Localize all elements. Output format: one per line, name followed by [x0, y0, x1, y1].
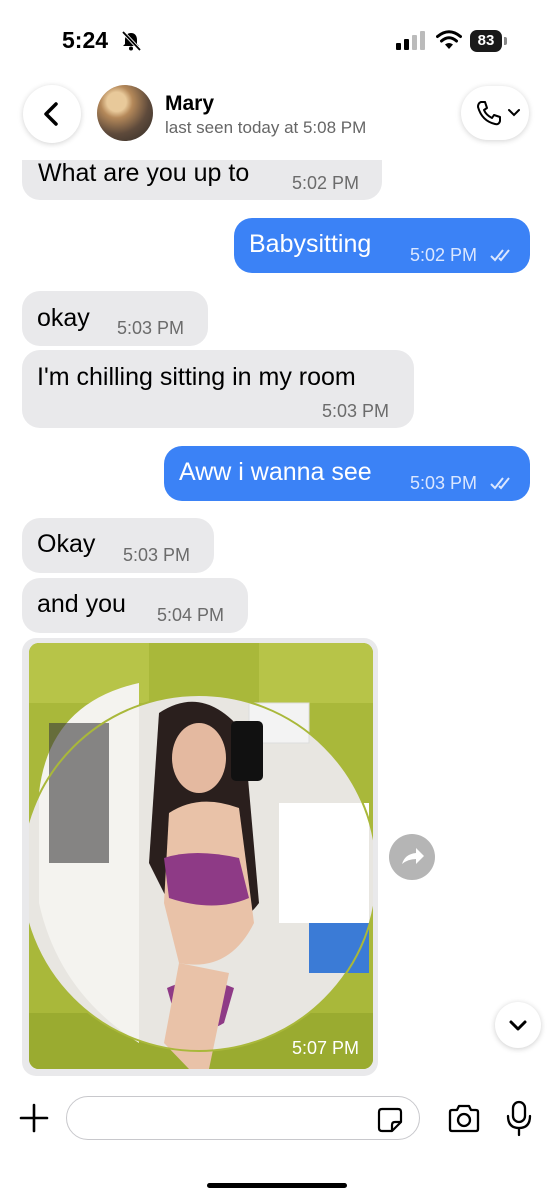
- message-time: 5:02 PM: [410, 245, 478, 265]
- message-bubble[interactable]: Babysitting 5:02 PM: [234, 218, 530, 273]
- forward-icon: [402, 848, 424, 864]
- home-indicator[interactable]: [207, 1183, 347, 1188]
- plus-icon[interactable]: [18, 1102, 50, 1134]
- message-input[interactable]: [66, 1096, 420, 1140]
- back-icon: [44, 102, 58, 126]
- message-text: okay: [37, 304, 90, 332]
- message-time: 5:03 PM: [123, 545, 191, 565]
- read-checkmarks-icon: [490, 249, 510, 262]
- photo-time: 5:07 PM: [291, 1038, 359, 1058]
- battery-indicator: 83: [470, 30, 508, 52]
- message-text: and you: [37, 590, 126, 618]
- bell-slash-icon: [121, 30, 142, 52]
- message-bubble[interactable]: I'm chilling sitting in my room 5:03 PM: [22, 350, 414, 428]
- message-time: 5:03 PM: [117, 318, 185, 338]
- chat-area[interactable]: What are you up to 5:02 PM Babysitting 5…: [0, 0, 554, 1200]
- battery-level: 83: [470, 30, 502, 52]
- chevron-down-icon: [508, 109, 520, 117]
- sticker-icon[interactable]: [376, 1106, 404, 1134]
- phone-icon: [477, 101, 501, 126]
- mic-icon[interactable]: [505, 1100, 533, 1138]
- message-text: What are you up to: [38, 159, 250, 187]
- message-time: 5:03 PM: [322, 401, 390, 421]
- message-bubble[interactable]: Okay 5:03 PM: [22, 518, 214, 573]
- message-composer: [0, 1080, 554, 1200]
- scroll-down-button[interactable]: [495, 1002, 541, 1048]
- photo-image[interactable]: 5:07 PM: [29, 643, 373, 1069]
- message-bubble[interactable]: and you 5:04 PM: [22, 578, 248, 633]
- message-bubble[interactable]: okay 5:03 PM: [22, 291, 208, 346]
- message-text: Aww i wanna see: [179, 458, 372, 486]
- message-text: Okay: [37, 530, 96, 558]
- last-seen-status: last seen today at 5:08 PM: [165, 118, 367, 137]
- forward-button[interactable]: [389, 834, 435, 880]
- message-text: I'm chilling sitting in my room: [37, 363, 356, 391]
- avatar[interactable]: [97, 85, 153, 141]
- message-time: 5:04 PM: [157, 605, 225, 625]
- battery-tip: [504, 37, 507, 45]
- chat-header: Mary last seen today at 5:08 PM: [0, 80, 554, 160]
- mirror-photo-illustration: [29, 643, 373, 1069]
- back-button[interactable]: [23, 85, 81, 143]
- wifi-icon: [436, 30, 462, 49]
- message-time: 5:03 PM: [410, 473, 478, 493]
- read-checkmarks-icon: [490, 477, 510, 490]
- chevron-down-icon: [509, 1020, 527, 1031]
- status-time: 5:24: [62, 27, 109, 53]
- camera-icon[interactable]: [446, 1103, 482, 1135]
- call-button[interactable]: [461, 86, 529, 140]
- message-text: Babysitting: [249, 230, 372, 258]
- photo-message-bubble[interactable]: 5:07 PM: [22, 638, 378, 1076]
- contact-name[interactable]: Mary: [165, 92, 214, 116]
- status-bar: 5:24 83: [0, 0, 554, 80]
- message-bubble[interactable]: Aww i wanna see 5:03 PM: [164, 446, 530, 501]
- signal-icon: [396, 31, 425, 50]
- message-time: 5:02 PM: [292, 173, 360, 193]
